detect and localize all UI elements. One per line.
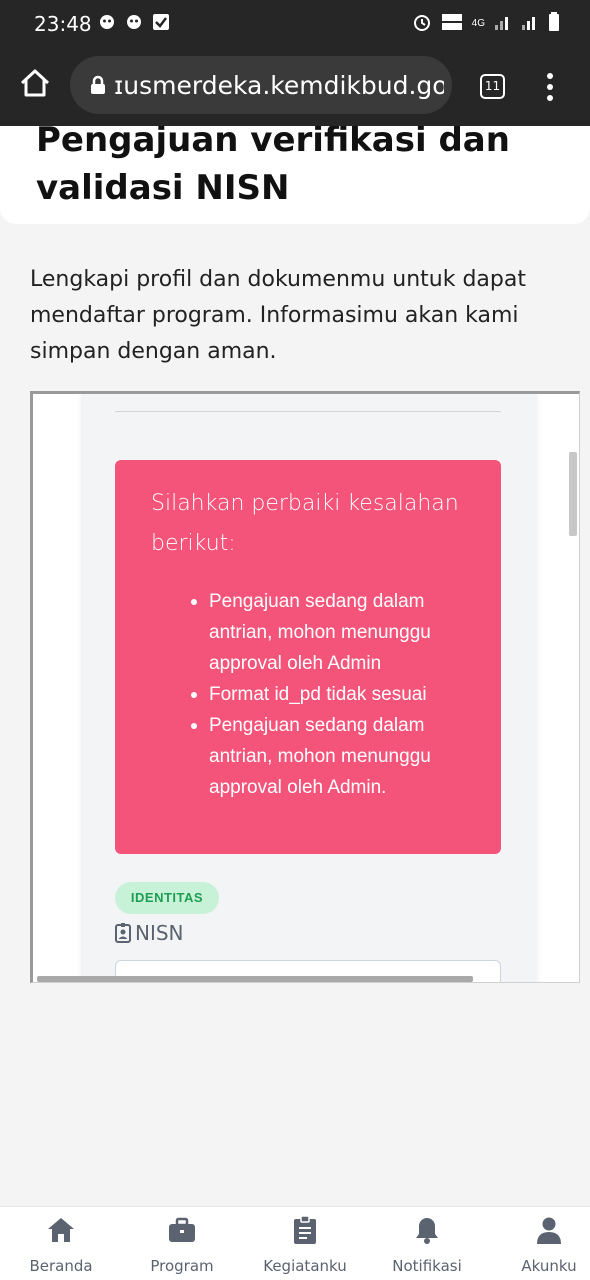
signal-icon <box>494 13 512 34</box>
home-icon[interactable] <box>18 66 52 100</box>
vertical-scrollbar[interactable] <box>569 452 577 536</box>
notification-icon <box>125 13 143 31</box>
address-bar[interactable]: ɪusmerdeka.kemdikbud.go.id <box>70 56 452 114</box>
error-item: Pengajuan sedang dalam antrian, mohon me… <box>191 586 479 679</box>
divider <box>115 411 501 412</box>
nav-label: Akunku <box>521 1257 577 1275</box>
briefcase-icon <box>167 1215 197 1245</box>
error-list: Pengajuan sedang dalam antrian, mohon me… <box>191 586 479 803</box>
embedded-form-frame[interactable]: Silahkan perbaiki kesalahan berikut: Pen… <box>30 391 580 983</box>
lock-icon <box>90 75 106 95</box>
bell-icon <box>412 1215 442 1245</box>
id-card-icon <box>115 923 131 943</box>
user-icon <box>534 1215 564 1245</box>
status-left-icons <box>98 13 170 31</box>
nav-item-program[interactable]: Program <box>123 1215 241 1279</box>
nav-item-beranda[interactable]: Beranda <box>2 1215 120 1279</box>
page-title: Pengajuan verifikasi dan validasi NISN <box>36 126 510 208</box>
tab-switcher-button[interactable]: 11 <box>480 74 505 99</box>
form-page: Silahkan perbaiki kesalahan berikut: Pen… <box>81 394 537 982</box>
nav-label: Kegiatanku <box>263 1257 347 1275</box>
battery-icon <box>548 12 560 35</box>
intro-text: Lengkapi profil dan dokumenmu untuk dapa… <box>30 267 526 364</box>
status-time: 23:48 <box>34 12 92 36</box>
nav-label: Program <box>150 1257 214 1275</box>
home-icon <box>46 1215 76 1245</box>
nav-item-kegiatanku[interactable]: Kegiatanku <box>246 1215 364 1279</box>
nav-label: Beranda <box>29 1257 93 1275</box>
nav-label: Notifikasi <box>392 1257 462 1275</box>
error-alert: Silahkan perbaiki kesalahan berikut: Pen… <box>115 460 501 854</box>
error-item: Format id_pd tidak sesuai <box>191 679 479 710</box>
bottom-navigation: Beranda Program Kegiatanku Notifikasi Ak… <box>0 1206 590 1280</box>
url-text: ɪusmerdeka.kemdikbud.go.id <box>114 71 444 100</box>
more-options-icon[interactable] <box>540 70 560 104</box>
horizontal-scrollbar[interactable] <box>37 976 473 982</box>
error-item: Pengajuan sedang dalam antrian, mohon me… <box>191 710 479 803</box>
browser-toolbar: ɪusmerdeka.kemdikbud.go.id 11 <box>0 46 590 126</box>
nisn-label-text: NISN <box>135 921 184 945</box>
nav-item-notifikasi[interactable]: Notifikasi <box>368 1215 486 1279</box>
alarm-icon <box>412 12 432 35</box>
signal-icon <box>521 13 539 34</box>
status-bar: 23:48 4G <box>0 0 590 46</box>
section-badge: IDENTITAS <box>115 882 219 914</box>
nisn-label: NISN <box>115 920 184 946</box>
notification-icon <box>98 13 116 31</box>
status-right-icons: 4G <box>412 12 560 35</box>
network-type-label: 4G <box>471 18 485 29</box>
error-heading: Silahkan perbaiki kesalahan berikut: <box>151 491 459 556</box>
title-card: Pengajuan verifikasi dan validasi NISN <box>0 126 590 224</box>
clipboard-icon <box>290 1215 320 1245</box>
check-icon <box>152 13 170 31</box>
nav-item-akunku[interactable]: Akunku <box>490 1215 590 1279</box>
volte-icon <box>441 12 463 35</box>
